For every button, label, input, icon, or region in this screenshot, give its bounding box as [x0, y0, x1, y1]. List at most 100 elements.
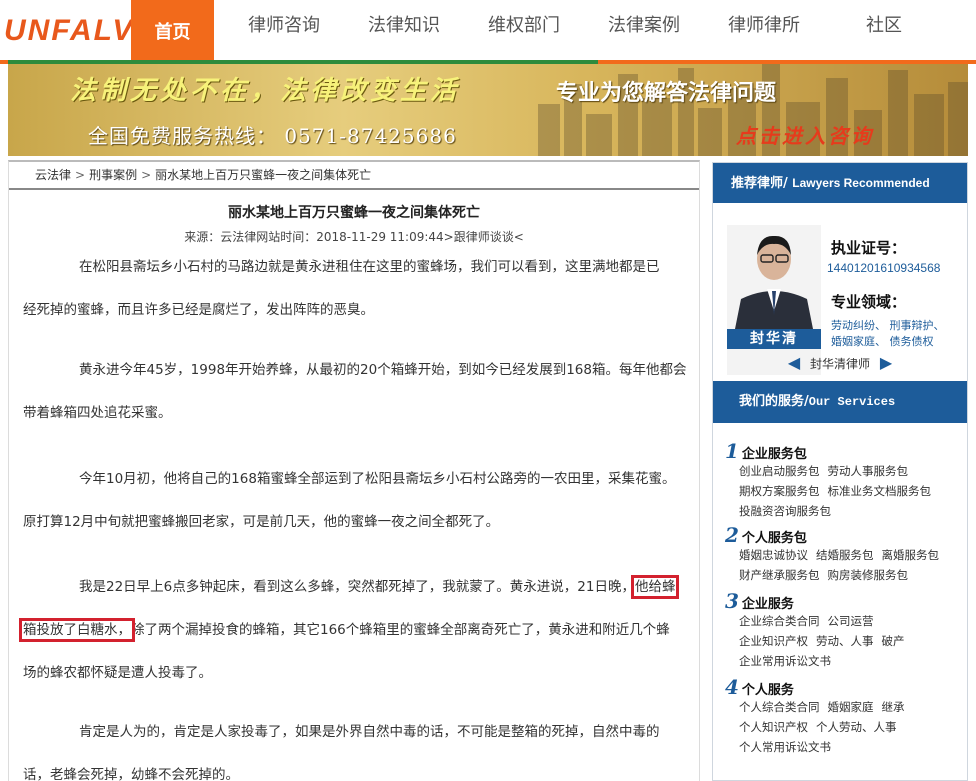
nav-item-lawyer-consult[interactable]: 律师咨询	[236, 0, 332, 60]
service-link[interactable]: 个人知识产权	[739, 720, 808, 734]
header-en: Our Services	[808, 395, 896, 409]
service-line: 投融资咨询服务包	[725, 501, 965, 521]
header-cn: 推荐律师/	[731, 176, 788, 191]
paragraph-line: 箱投放了白糖水，除了两个漏掉投食的蜂箱，其它166个蜂箱里的蜜蜂全部离奇死亡了，…	[19, 609, 695, 652]
paragraph-text: 我是22日早上6点多钟起床，看到这么多蜂，突然都死掉了，我就蒙了。黄永进说，21…	[79, 579, 635, 595]
service-group: 4 个人服务 个人综合类合同 婚姻家庭 继承 个人知识产权 个人劳动、人事 个人常用诉讼…	[725, 677, 965, 757]
highlighted-text: 箱投放了白糖水，	[19, 618, 135, 642]
article-paragraph: 在松阳县斋坛乡小石村的马路边就是黄永进租住在这里的蜜蜂场，我们可以看到，这里满地…	[23, 246, 695, 332]
service-line: 企业常用诉讼文书	[725, 651, 965, 671]
service-line: 个人综合类合同 婚姻家庭 继承	[725, 697, 965, 717]
service-line: 创业启动服务包 劳动人事服务包	[725, 461, 965, 481]
service-link[interactable]: 婚姻家庭	[828, 700, 874, 714]
license-label: 执业证号：	[831, 239, 907, 257]
service-group-title[interactable]: 2 个人服务包	[725, 523, 965, 547]
our-services-header: 我们的服务/Our Services	[713, 381, 967, 423]
breadcrumb-category[interactable]: 刑事案例	[89, 168, 137, 182]
paragraph-line: 带着蜂箱四处追花采蜜。	[23, 405, 172, 421]
header-en: Lawyers Recommended	[792, 176, 930, 190]
site-logo[interactable]: UNFALV	[4, 14, 134, 48]
nav-item-legal-cases[interactable]: 法律案例	[596, 0, 692, 60]
arrow-right-icon[interactable]: ▶	[880, 353, 892, 372]
service-line: 企业综合类合同 公司运营	[725, 611, 965, 631]
service-link[interactable]: 投融资咨询服务包	[739, 504, 831, 518]
paragraph-line: 原打算12月中旬就把蜜蜂搬回老家，可是前几天，他的蜜蜂一夜之间全都死了。	[23, 514, 500, 530]
number-icon: 1	[725, 439, 739, 463]
lawyer-carousel-nav: ◀ 封华清律师 ▶	[713, 353, 967, 372]
article-paragraph: 肯定是人为的，肯定是人家投毒了，如果是外界自然中毒的话，不可能是整箱的死掉，自然…	[23, 711, 695, 781]
service-link[interactable]: 个人劳动、人事	[816, 720, 897, 734]
service-link[interactable]: 创业启动服务包	[739, 464, 820, 478]
breadcrumb-home[interactable]: 云法律	[35, 168, 71, 182]
number-icon: 3	[725, 589, 739, 613]
service-link[interactable]: 结婚服务包	[816, 548, 874, 562]
lawyer-name[interactable]: 封华清	[727, 329, 821, 349]
service-line: 婚姻忠诚协议 结婚服务包 离婚服务包	[725, 545, 965, 565]
header-cn: 我们的服务/	[739, 394, 809, 409]
service-link[interactable]: 企业综合类合同	[739, 614, 820, 628]
article-paragraph: 我是22日早上6点多钟起床，看到这么多蜂，突然都死掉了，我就蒙了。黄永进说，21…	[19, 566, 695, 695]
service-link[interactable]: 个人常用诉讼文书	[739, 740, 831, 754]
paragraph-line: 经死掉的蜜蜂，而且许多已经是腐烂了，发出阵阵的恶臭。	[23, 302, 374, 318]
license-number: 14401201610934568	[827, 261, 941, 275]
number-icon: 2	[725, 523, 739, 547]
banner-tagline: 专业为您解答法律问题	[556, 81, 777, 106]
article-title: 丽水某地上百万只蜜蜂一夜之间集体死亡	[228, 205, 480, 221]
nav-item-community[interactable]: 社区	[836, 0, 932, 60]
nav-item-legal-knowledge[interactable]: 法律知识	[356, 0, 452, 60]
banner-hotline: 全国免费服务热线： 0571-87425686	[88, 124, 457, 148]
article-meta[interactable]: 来源：云法律网站时间：2018-11-29 11:09:44>跟律师谈谈<	[9, 228, 699, 245]
service-group: 3 企业服务 企业综合类合同 公司运营 企业知识产权 劳动、人事 破产 企业常用诉讼文书	[725, 591, 965, 671]
nav-item-law-firms[interactable]: 律师律所	[716, 0, 812, 60]
service-group-title[interactable]: 1 企业服务包	[725, 439, 965, 463]
practice-area: 劳动纠纷、 刑事辩护、	[831, 319, 945, 332]
paragraph-line: 我是22日早上6点多钟起床，看到这么多蜂，突然都死掉了，我就蒙了。黄永进说，21…	[23, 566, 695, 609]
article-panel: 云法律 > 刑事案例 > 丽水某地上百万只蜜蜂一夜之间集体死亡 丽水某地上百万只蜜蜂一夜…	[8, 160, 700, 781]
service-link[interactable]: 劳动、人事	[816, 634, 874, 648]
service-group-label: 个人服务	[741, 683, 794, 698]
service-link[interactable]: 劳动人事服务包	[828, 464, 909, 478]
service-group-label: 企业服务包	[741, 447, 807, 462]
service-link[interactable]: 购房装修服务包	[828, 568, 909, 582]
paragraph-line: 今年10月初，他将自己的168箱蜜蜂全部运到了松阳县斋坛乡小石村公路旁的一农田里…	[79, 471, 676, 487]
service-group: 2 个人服务包 婚姻忠诚协议 结婚服务包 离婚服务包 财产继承服务包 购房装修服务包	[725, 525, 965, 585]
arrow-left-icon[interactable]: ◀	[788, 353, 800, 372]
service-group-title[interactable]: 3 企业服务	[725, 589, 965, 613]
paragraph-line: 话，老蜂会死掉，幼蜂不会死掉的。	[23, 767, 239, 781]
service-line: 个人知识产权 个人劳动、人事	[725, 717, 965, 737]
article-paragraph: 今年10月初，他将自己的168箱蜜蜂全部运到了松阳县斋坛乡小石村公路旁的一农田里…	[23, 458, 695, 544]
service-link[interactable]: 期权方案服务包	[739, 484, 820, 498]
service-link[interactable]: 个人综合类合同	[739, 700, 820, 714]
service-group-label: 个人服务包	[741, 531, 807, 546]
promo-banner[interactable]: 法制无处不在，法律改变生活 专业为您解答法律问题 全国免费服务热线： 0571-…	[8, 64, 968, 156]
service-line: 个人常用诉讼文书	[725, 737, 965, 757]
practice-area-label: 专业领域：	[831, 293, 907, 311]
article-paragraph: 黄永进今年45岁，1998年开始养蜂，从最初的20个箱蜂开始，到如今已经发展到1…	[23, 349, 695, 435]
service-link[interactable]: 婚姻忠诚协议	[739, 548, 808, 562]
nav-item-home[interactable]: 首页	[131, 0, 214, 60]
service-link[interactable]: 企业常用诉讼文书	[739, 654, 831, 668]
service-line: 期权方案服务包 标准业务文档服务包	[725, 481, 965, 501]
lawyer-nav-label[interactable]: 封华清律师	[810, 357, 870, 371]
service-group-title[interactable]: 4 个人服务	[725, 675, 965, 699]
breadcrumb-current: 丽水某地上百万只蜜蜂一夜之间集体死亡	[155, 168, 372, 182]
consult-cta-link[interactable]: 点击进入咨询	[736, 120, 874, 149]
lawyer-card[interactable]: 封华清 执业证号： 14401201610934568 专业领域： 劳动纠纷、 …	[713, 203, 967, 381]
service-link[interactable]: 公司运营	[828, 614, 874, 628]
service-link[interactable]: 企业知识产权	[739, 634, 808, 648]
number-icon: 4	[725, 675, 739, 699]
paragraph-line: 肯定是人为的，肯定是人家投毒了，如果是外界自然中毒的话，不可能是整箱的死掉，自然…	[79, 724, 660, 740]
service-link[interactable]: 财产继承服务包	[739, 568, 820, 582]
service-link[interactable]: 标准业务文档服务包	[828, 484, 932, 498]
breadcrumb-separator: >	[75, 168, 86, 182]
nav-item-rights-dept[interactable]: 维权部门	[476, 0, 572, 60]
service-line: 财产继承服务包 购房装修服务包	[725, 565, 965, 585]
breadcrumb-separator: >	[141, 168, 152, 182]
service-line: 企业知识产权 劳动、人事 破产	[725, 631, 965, 651]
service-link[interactable]: 破产	[882, 634, 905, 648]
service-link[interactable]: 继承	[882, 700, 905, 714]
sidebar: 推荐律师/ Lawyers Recommended 封华清 执业证号： 1440…	[712, 162, 968, 781]
service-link[interactable]: 离婚服务包	[882, 548, 940, 562]
lawyer-portrait-icon	[727, 225, 821, 329]
top-nav: UNFALV 首页 律师咨询 法律知识 维权部门 法律案例 律师律所 社区	[0, 0, 976, 60]
